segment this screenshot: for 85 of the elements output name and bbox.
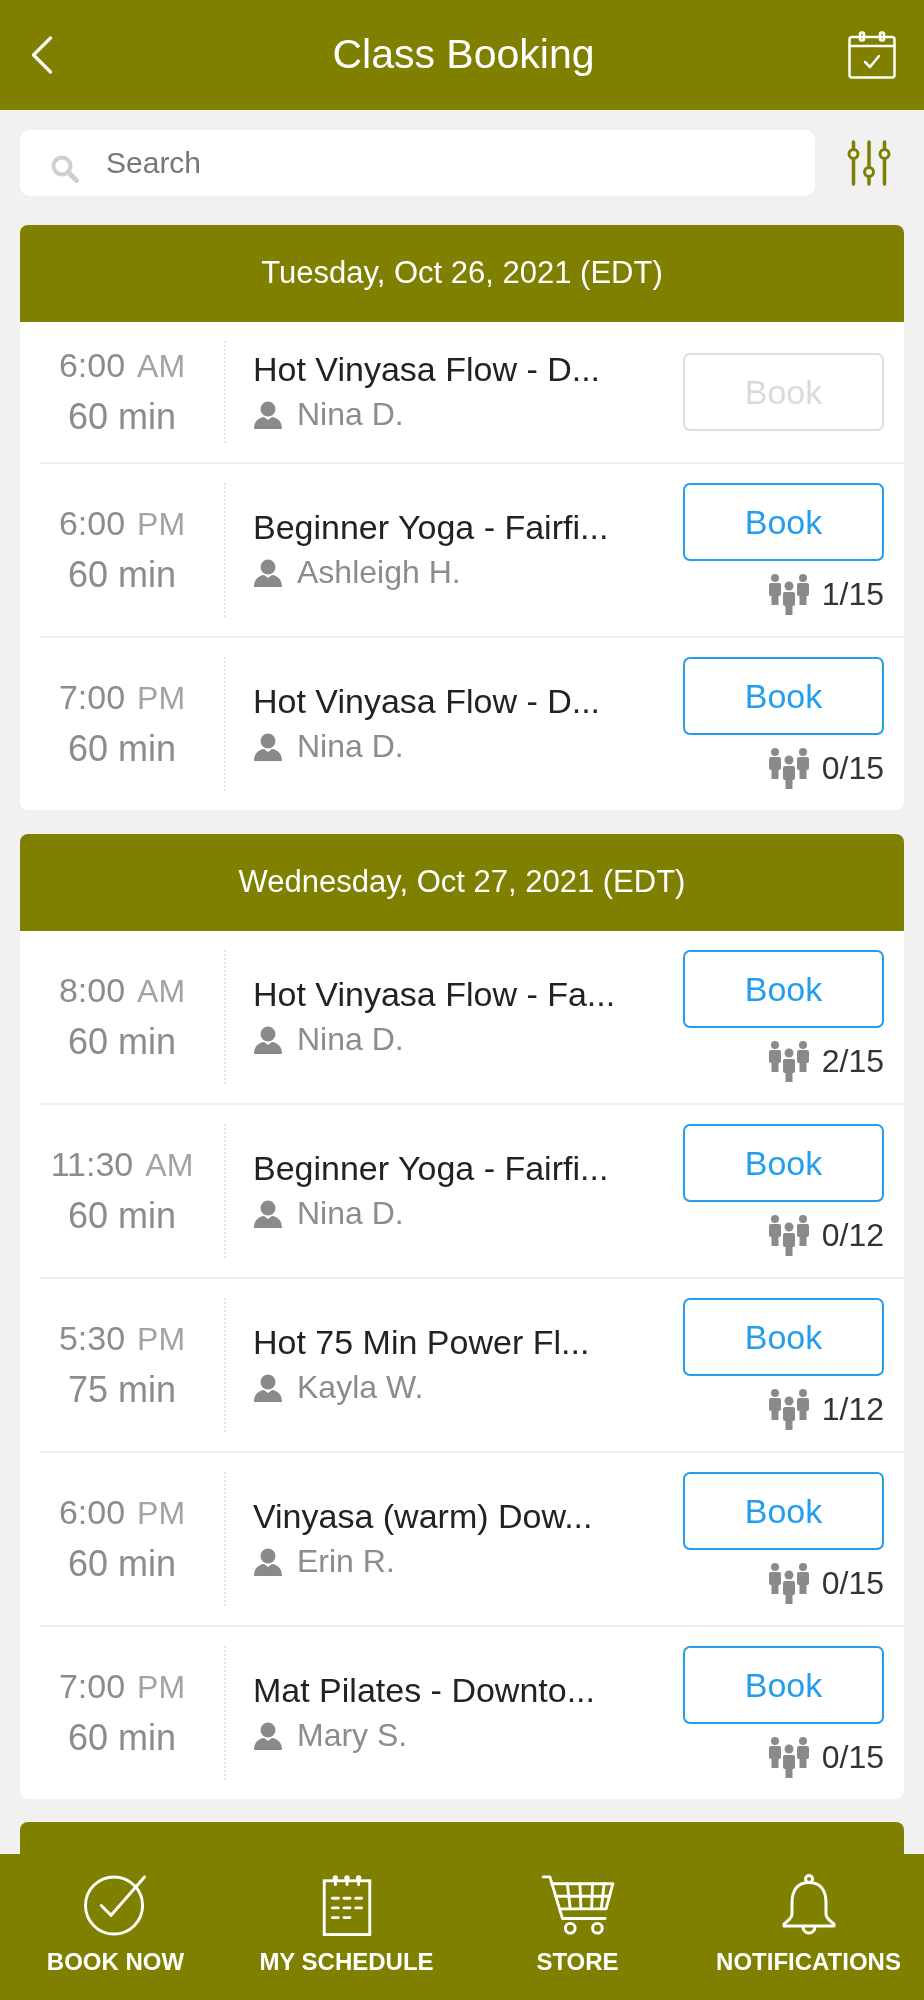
date-header: Tuesday, Oct 26, 2021 (EDT) [20,225,904,322]
filter-icon[interactable] [847,140,891,186]
class-duration: 60 min [67,726,177,771]
start-time: 8:00 [58,970,126,1012]
capacity-count: 0/15 [821,749,884,788]
class-duration: 60 min [67,1541,177,1586]
class-duration: 60 min [67,1193,177,1238]
class-title: Mat Pilates - Downto... [253,1670,596,1712]
group-icon [767,1388,810,1430]
start-time: 6:00 [58,1492,126,1534]
start-time: 6:00 [58,345,126,387]
capacity-count: 0/15 [821,1738,884,1777]
start-time: 5:30 [58,1318,126,1360]
notepad-icon [321,1874,372,1936]
time-period: PM [137,1668,186,1708]
bottom-nav-item[interactable]: NOTIFICATIONS [693,1854,924,2000]
class-duration: 60 min [67,394,177,439]
class-duration: 60 min [67,552,177,597]
capacity-count: 0/15 [821,1564,884,1603]
bottom-nav-item[interactable]: STORE [462,1854,693,2000]
check-circle-icon [82,1874,149,1936]
time-period: AM [137,347,186,387]
capacity-count: 1/15 [821,575,884,614]
instructor-name: Nina D. [297,395,404,435]
bottom-nav-item[interactable]: BOOK NOW [0,1854,231,2000]
book-button[interactable]: Book [683,1472,884,1550]
instructor-name: Kayla W. [297,1368,424,1408]
instructor-name: Erin R. [297,1542,395,1582]
person-icon [253,1721,283,1750]
time-period: PM [137,679,186,719]
bottom-nav-item[interactable]: MY SCHEDULE [231,1854,462,2000]
person-icon [253,400,283,429]
time-period: AM [137,972,186,1012]
book-button[interactable]: Book [683,483,884,561]
start-time: 7:00 [58,677,126,719]
cart-icon [539,1874,616,1936]
instructor-name: Ashleigh H. [297,553,461,593]
class-title: Hot Vinyasa Flow - D... [253,349,602,391]
back-icon[interactable] [31,36,53,74]
instructor-name: Nina D. [297,1020,404,1060]
capacity-count: 2/15 [821,1042,884,1081]
person-icon [253,1199,283,1228]
person-icon [253,1025,283,1054]
class-title: Hot Vinyasa Flow - D... [253,681,602,723]
instructor-name: Nina D. [297,727,404,767]
group-icon [767,573,810,615]
person-icon [253,558,283,587]
person-icon [253,1547,283,1576]
group-icon [767,1040,810,1082]
group-icon [767,1736,810,1778]
time-period: AM [145,1146,194,1186]
person-icon [253,732,283,761]
bell-icon [780,1874,837,1936]
start-time: 6:00 [58,503,126,545]
group-icon [767,1214,810,1256]
class-title: Beginner Yoga - Fairfi... [253,507,610,549]
class-duration: 60 min [67,1019,177,1064]
class-title: Beginner Yoga - Fairfi... [253,1148,610,1190]
class-duration: 75 min [67,1367,177,1412]
group-icon [767,747,810,789]
capacity-count: 1/12 [821,1390,884,1429]
instructor-name: Nina D. [297,1194,404,1234]
start-time: 11:30 [50,1144,134,1186]
book-button[interactable]: Book [683,1646,884,1724]
class-title: Hot 75 Min Power Fl... [253,1322,591,1364]
instructor-name: Mary S. [297,1716,408,1756]
search-icon [50,154,80,184]
book-button[interactable]: Book [683,1124,884,1202]
calendar-check-icon[interactable] [848,31,896,79]
book-button[interactable]: Book [683,657,884,735]
class-title: Vinyasa (warm) Dow... [253,1496,594,1538]
time-period: PM [137,1320,186,1360]
time-period: PM [137,1494,186,1534]
group-icon [767,1562,810,1604]
time-period: PM [137,505,186,545]
book-button[interactable]: Book [683,1298,884,1376]
page-title: Class Booking [332,30,595,80]
search-field[interactable]: Search [20,130,815,196]
book-button[interactable]: Book [683,950,884,1028]
class-title: Hot Vinyasa Flow - Fa... [253,974,617,1016]
date-header: Wednesday, Oct 27, 2021 (EDT) [20,834,904,931]
start-time: 7:00 [58,1666,126,1708]
class-duration: 60 min [67,1715,177,1760]
capacity-count: 0/12 [821,1216,884,1255]
person-icon [253,1373,283,1402]
